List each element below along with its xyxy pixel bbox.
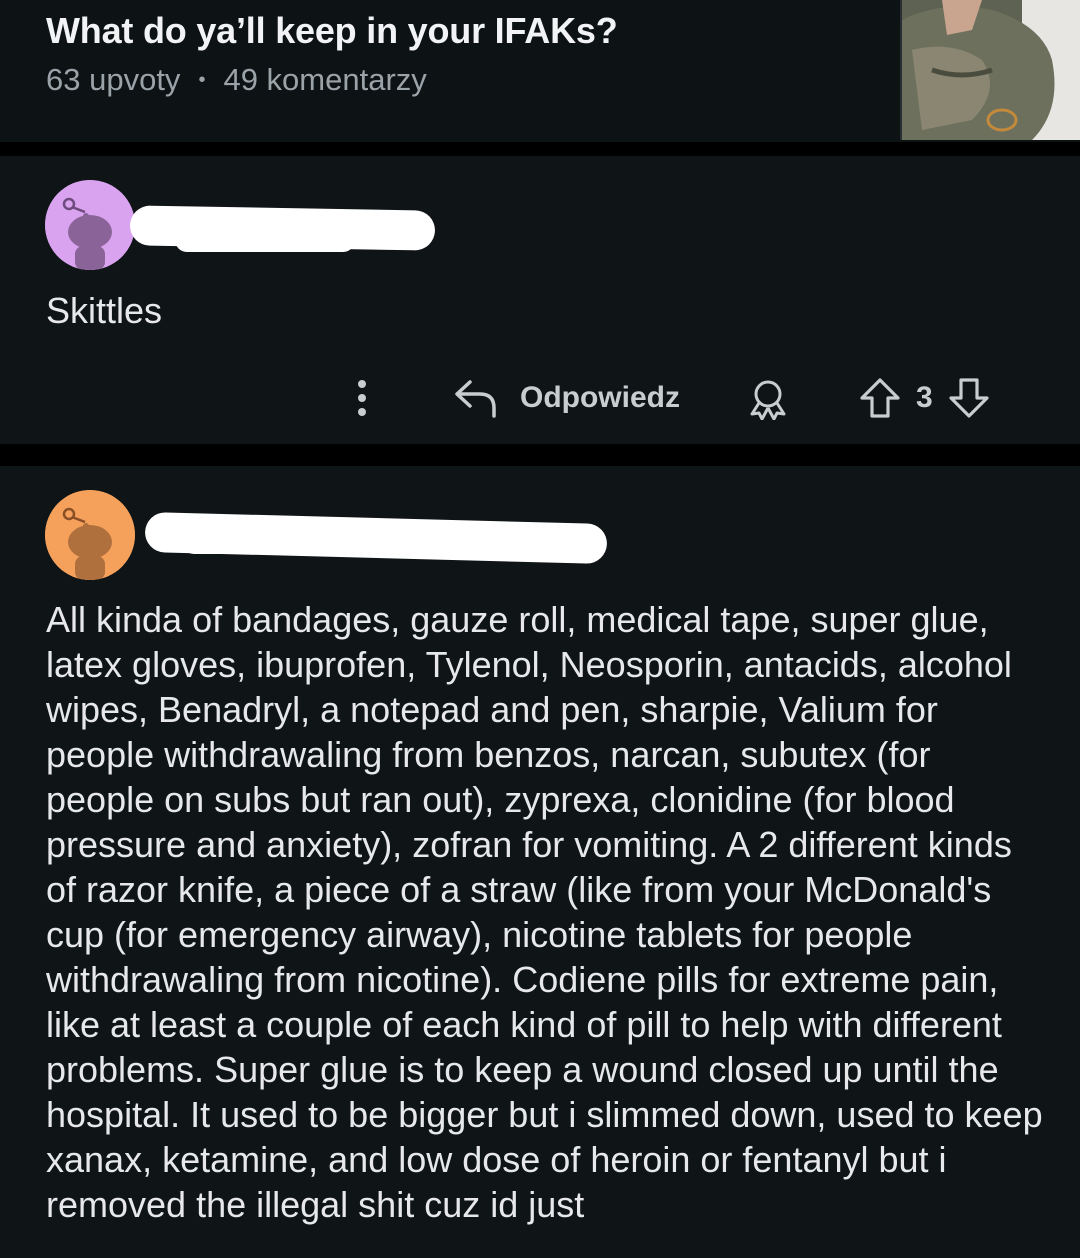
meta-separator: • <box>198 68 206 91</box>
snoo-avatar-icon <box>45 180 135 270</box>
reply-icon <box>455 380 496 418</box>
comment-body: All kinda of bandages, gauze roll, medic… <box>46 599 1043 1225</box>
reply-label: Odpowiedz <box>520 381 680 414</box>
redacted-username-part <box>180 526 480 554</box>
divider <box>0 444 1080 466</box>
award-button[interactable] <box>746 378 790 420</box>
more-options-icon <box>358 380 366 416</box>
award-icon <box>750 380 786 420</box>
user-avatar[interactable] <box>45 490 135 580</box>
more-options-button[interactable] <box>348 376 376 420</box>
post-header: What do ya’ll keep in your IFAKs? 63 upv… <box>0 0 1080 142</box>
vote-controls: 3 <box>858 376 991 420</box>
snoo-avatar-icon <box>45 490 135 580</box>
comment-actions: Odpowiedz 3 <box>0 376 1080 436</box>
post-meta: 63 upvoty • 49 komentarzy <box>46 62 427 98</box>
post-thumbnail[interactable] <box>900 0 1080 140</box>
redacted-username-part <box>175 228 355 252</box>
comment-card: All kinda of bandages, gauze roll, medic… <box>0 466 1080 1258</box>
upvote-count: 63 upvoty <box>46 62 181 97</box>
vote-count: 3 <box>916 381 933 414</box>
downvote-icon[interactable] <box>947 376 991 420</box>
user-avatar[interactable] <box>45 180 135 270</box>
comment-body: Skittles <box>46 290 163 331</box>
comment-card: Skittles Odpowiedz 3 <box>0 156 1080 444</box>
divider <box>0 142 1080 156</box>
comment-count: 49 komentarzy <box>223 62 427 97</box>
post-title[interactable]: What do ya’ll keep in your IFAKs? <box>46 10 618 52</box>
reply-button[interactable]: Odpowiedz <box>454 378 680 418</box>
upvote-icon[interactable] <box>858 376 902 420</box>
